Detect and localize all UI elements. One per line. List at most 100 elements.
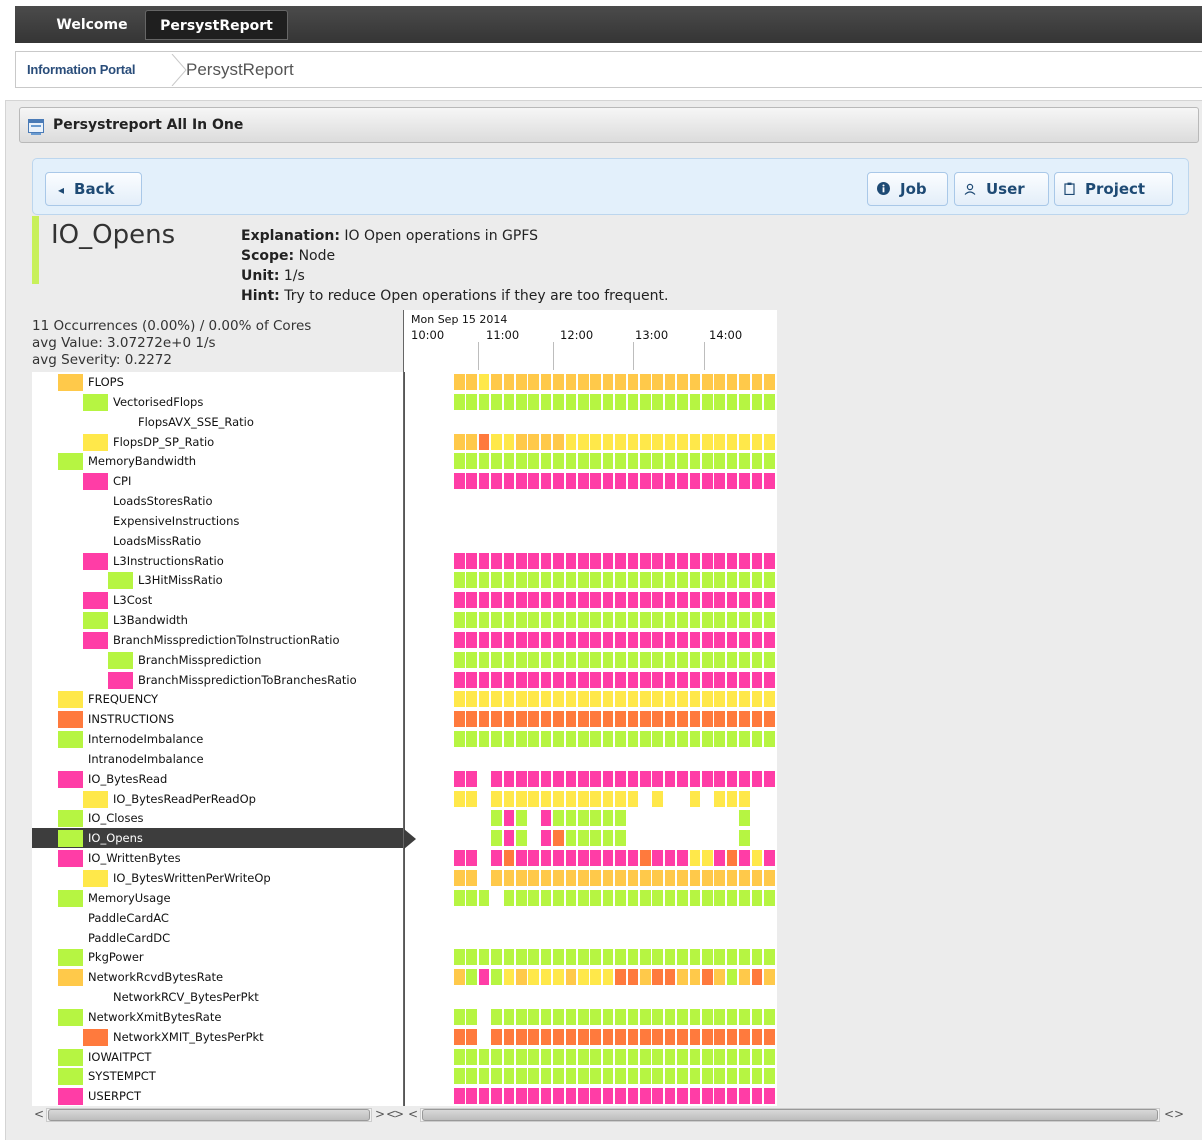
timeline-cell[interactable] <box>565 1048 577 1065</box>
timeline-cell[interactable] <box>640 612 651 629</box>
timeline-cell[interactable] <box>528 850 539 867</box>
timeline-cell[interactable] <box>540 592 552 609</box>
timeline-cell[interactable] <box>615 1048 626 1065</box>
timeline-cell[interactable] <box>553 810 564 827</box>
timeline-cell[interactable] <box>652 393 663 410</box>
timeline-cell[interactable] <box>751 393 763 410</box>
timeline-cell[interactable] <box>466 711 477 728</box>
timeline-cell[interactable] <box>540 830 552 847</box>
timeline-cell[interactable] <box>503 433 515 450</box>
timeline-cell[interactable] <box>516 592 527 609</box>
timeline-cell[interactable] <box>615 889 626 906</box>
timeline-cell[interactable] <box>466 1048 477 1065</box>
timeline-cell[interactable] <box>751 612 763 629</box>
timeline-cell[interactable] <box>553 393 564 410</box>
timeline-cell[interactable] <box>565 1068 577 1085</box>
timeline-cell[interactable] <box>553 1088 564 1105</box>
timeline-cell[interactable] <box>516 1008 527 1025</box>
timeline-cell[interactable] <box>689 1068 701 1085</box>
timeline-cell[interactable] <box>516 631 527 648</box>
timeline-cell[interactable] <box>528 631 539 648</box>
timeline-cell[interactable] <box>726 453 738 470</box>
timeline-cell[interactable] <box>503 572 515 589</box>
timeline-cell[interactable] <box>602 711 614 728</box>
timeline-cell[interactable] <box>726 433 738 450</box>
timeline-cell[interactable] <box>602 671 614 688</box>
timeline-cell[interactable] <box>478 691 490 708</box>
timeline-cell[interactable] <box>627 453 639 470</box>
tree-row[interactable]: BranchMissprediction <box>32 650 404 670</box>
timeline-cell[interactable] <box>764 393 775 410</box>
timeline-cell[interactable] <box>466 1028 477 1045</box>
timeline-cell[interactable] <box>540 790 552 807</box>
timeline-cell[interactable] <box>503 830 515 847</box>
timeline-cell[interactable] <box>664 393 676 410</box>
timeline-cell[interactable] <box>739 731 750 748</box>
timeline-cell[interactable] <box>565 810 577 827</box>
timeline-cell[interactable] <box>726 790 738 807</box>
timeline-cell[interactable] <box>503 1048 515 1065</box>
timeline-cell[interactable] <box>714 1008 725 1025</box>
timeline-cell[interactable] <box>466 393 477 410</box>
timeline-cell[interactable] <box>726 711 738 728</box>
timeline-cell[interactable] <box>739 870 750 886</box>
timeline-cell[interactable] <box>726 393 738 410</box>
timeline-cell[interactable] <box>491 949 502 966</box>
tree-row[interactable]: IO_Opens <box>32 828 404 849</box>
timeline-cell[interactable] <box>454 374 465 390</box>
timeline-cell[interactable] <box>590 612 601 629</box>
timeline-cell[interactable] <box>540 889 552 906</box>
timeline-cell[interactable] <box>503 870 515 886</box>
timeline-cell[interactable] <box>764 1028 775 1045</box>
timeline-cell[interactable] <box>578 1028 589 1045</box>
timeline-cell[interactable] <box>466 1088 477 1105</box>
timeline-cell[interactable] <box>602 1048 614 1065</box>
timeline-cell[interactable] <box>553 969 564 986</box>
tree-row[interactable]: L3Bandwidth <box>32 610 404 630</box>
timeline-cell[interactable] <box>652 592 663 609</box>
timeline-cell[interactable] <box>553 889 564 906</box>
timeline-cell[interactable] <box>565 1088 577 1105</box>
timeline-cell[interactable] <box>590 592 601 609</box>
timeline-cell[interactable] <box>764 552 775 569</box>
timeline-cell[interactable] <box>677 969 688 986</box>
timeline-cell[interactable] <box>602 770 614 787</box>
timeline-cell[interactable] <box>739 1068 750 1085</box>
timeline-cell[interactable] <box>664 374 676 390</box>
timeline-cell[interactable] <box>590 572 601 589</box>
timeline-cell[interactable] <box>516 691 527 708</box>
timeline-cell[interactable] <box>553 691 564 708</box>
timeline-cell[interactable] <box>739 1088 750 1105</box>
timeline-cell[interactable] <box>714 393 725 410</box>
timeline-cell[interactable] <box>590 651 601 668</box>
timeline-cell[interactable] <box>516 810 527 827</box>
timeline-cell[interactable] <box>578 671 589 688</box>
timeline-cell[interactable] <box>540 453 552 470</box>
timeline-cell[interactable] <box>553 830 564 847</box>
timeline-cell[interactable] <box>466 969 477 986</box>
timeline-cell[interactable] <box>578 393 589 410</box>
timeline-cell[interactable] <box>714 453 725 470</box>
timeline-cell[interactable] <box>726 1088 738 1105</box>
timeline-cell[interactable] <box>528 1088 539 1105</box>
timeline-cell[interactable] <box>726 1048 738 1065</box>
timeline-cell[interactable] <box>739 1008 750 1025</box>
timeline-cell[interactable] <box>553 552 564 569</box>
timeline-cell[interactable] <box>615 433 626 450</box>
timeline-cell[interactable] <box>528 1068 539 1085</box>
timeline-cell[interactable] <box>516 770 527 787</box>
scroll-left-icon[interactable]: < <box>34 1107 44 1121</box>
timeline-cell[interactable] <box>578 552 589 569</box>
timeline-cell[interactable] <box>590 1028 601 1045</box>
timeline-cell[interactable] <box>516 790 527 807</box>
timeline-cell[interactable] <box>726 770 738 787</box>
timeline-cell[interactable] <box>714 850 725 867</box>
timeline-cell[interactable] <box>602 612 614 629</box>
timeline-cell[interactable] <box>664 612 676 629</box>
timeline-cell[interactable] <box>590 374 601 390</box>
timeline-cell[interactable] <box>751 374 763 390</box>
user-button[interactable]: User <box>954 172 1049 206</box>
timeline-cell[interactable] <box>491 473 502 490</box>
timeline-cell[interactable] <box>466 1068 477 1085</box>
timeline-cell[interactable] <box>528 433 539 450</box>
